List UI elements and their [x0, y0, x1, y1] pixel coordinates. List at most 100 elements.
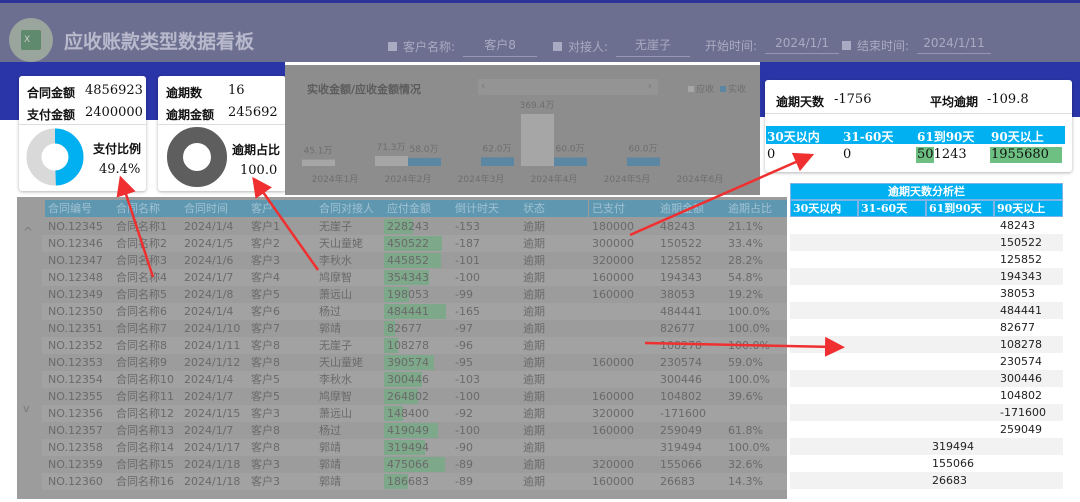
table-cell: -100	[455, 424, 480, 437]
table-cell: 逾期	[523, 390, 545, 403]
table-row[interactable]: 48243	[790, 217, 1063, 234]
label: 逾期数	[166, 86, 203, 100]
column-header[interactable]: 客户	[248, 200, 316, 217]
table-cell: 李秋水	[319, 373, 352, 386]
table-cell: 客户3	[251, 475, 280, 488]
checkbox[interactable]	[842, 40, 851, 50]
table-cell: 150522	[1000, 236, 1042, 249]
filter-0[interactable]: 客户名称: 客户8	[388, 36, 538, 57]
column-header[interactable]: 30天以内	[790, 200, 858, 217]
column-header[interactable]: 90天以上	[994, 200, 1063, 217]
table-cell: 82677	[660, 322, 695, 335]
table-cell: 鸠摩智	[319, 271, 352, 284]
table-cell: 杨过	[319, 424, 341, 437]
table-cell: 合同名称5	[116, 288, 167, 301]
filter-input[interactable]: 2024/1/11	[917, 36, 992, 54]
filter-1[interactable]: 对接人: 无崖子	[553, 36, 691, 57]
checkbox[interactable]	[553, 42, 562, 51]
table-cell: NO.12356	[48, 407, 103, 420]
table-cell: -187	[455, 237, 480, 250]
column-header[interactable]: 状态	[520, 200, 588, 217]
table-cell: 104802	[1000, 389, 1042, 402]
table-cell: 2024/1/7	[184, 390, 234, 403]
table-row[interactable]: 125852	[790, 251, 1063, 268]
table-cell: 33.4%	[728, 237, 763, 250]
table-cell: 445852	[387, 254, 429, 267]
checkbox[interactable]	[388, 42, 397, 51]
column-header[interactable]: 合同编号	[45, 200, 113, 217]
bucket-label: 61到90天	[917, 130, 975, 144]
overdue-count: 16	[228, 83, 245, 98]
table-cell: 客户5	[251, 288, 280, 301]
column-header[interactable]: 逾期占比	[725, 200, 787, 217]
filter-2[interactable]: 开始时间: 2024/1/1	[705, 36, 840, 54]
table-cell: NO.12360	[48, 475, 103, 488]
column-header[interactable]: 合同名称	[113, 200, 181, 217]
table-cell: 逾期	[523, 288, 545, 301]
receivable-chart: 实收金额/应收金额情况 ‹ › 应收 实收 2024年1月 45.1万 2024年2月…	[285, 65, 760, 195]
table-row[interactable]: 155066	[790, 455, 1063, 472]
table-cell: 230574	[1000, 355, 1042, 368]
scroll-up-icon[interactable]: ^	[23, 225, 33, 239]
column-header[interactable]: 合同时间	[181, 200, 249, 217]
table-row[interactable]: 194343	[790, 268, 1063, 285]
table-cell: 160000	[592, 288, 634, 301]
table-cell: 320000	[592, 254, 634, 267]
analysis-title: 逾期天数分析栏	[790, 183, 1063, 200]
column-header[interactable]: 逾期金额	[657, 200, 725, 217]
table-row[interactable]: 319494	[790, 438, 1063, 455]
table-cell: 59.0%	[728, 356, 763, 369]
table-cell: NO.12355	[48, 390, 103, 403]
table-row[interactable]: 82677	[790, 319, 1063, 336]
table-cell: 319494	[387, 441, 429, 454]
table-row[interactable]: 259049	[790, 421, 1063, 438]
paid-amount: 2400000	[85, 105, 143, 120]
table-row[interactable]: 484441	[790, 302, 1063, 319]
column-header[interactable]: 已支付	[589, 200, 657, 217]
table-cell: 无崖子	[319, 339, 352, 352]
table-cell: NO.12352	[48, 339, 103, 352]
table-row[interactable]: 108278	[790, 336, 1063, 353]
table-row[interactable]: 230574	[790, 353, 1063, 370]
table-cell: 逾期	[523, 356, 545, 369]
table-cell: NO.12350	[48, 305, 103, 318]
table-cell: -171600	[1000, 406, 1046, 419]
scroll-down-icon[interactable]: v	[23, 402, 30, 415]
table-cell: 逾期	[523, 305, 545, 318]
filter-input[interactable]: 客户8	[463, 36, 538, 57]
table-row[interactable]: 150522	[790, 234, 1063, 251]
table-row[interactable]: 104802	[790, 387, 1063, 404]
column-header[interactable]: 61到90天	[926, 200, 994, 217]
table-cell: 杨过	[319, 305, 341, 318]
table-row[interactable]: -171600	[790, 404, 1063, 421]
filter-label: 结束时间:	[857, 38, 910, 53]
table-cell: -165	[455, 305, 480, 318]
table-cell: 2024/1/18	[184, 458, 241, 471]
contract-amount: 4856923	[85, 83, 143, 98]
table-cell: 100.0%	[728, 322, 770, 335]
column-header[interactable]: 应付金额	[384, 200, 452, 217]
table-cell: 合同名称15	[116, 458, 174, 471]
column-header[interactable]: 合同对接人	[316, 200, 384, 217]
column-header[interactable]: 31-60天	[858, 200, 926, 217]
data-label: 369.4万	[520, 101, 555, 111]
table-cell: 合同名称7	[116, 322, 167, 335]
table-cell: 2024/1/4	[184, 305, 234, 318]
x-tick-label: 2024年3月	[458, 173, 505, 185]
overdue-ratio-value: 100.0	[240, 163, 278, 178]
filter-3[interactable]: 结束时间: 2024/1/11	[842, 36, 992, 54]
table-row[interactable]: 38053	[790, 285, 1063, 302]
label: 平均逾期	[930, 95, 979, 109]
table-cell: 合同名称6	[116, 305, 167, 318]
label: 支付金额	[27, 108, 76, 122]
table-cell: 2024/1/7	[184, 271, 234, 284]
filter-input[interactable]: 无崖子	[616, 36, 691, 57]
column-header[interactable]: 倒计时天	[452, 200, 520, 217]
table-cell: 484441	[660, 305, 702, 318]
table-row[interactable]: 300446	[790, 370, 1063, 387]
table-cell: 319494	[932, 440, 974, 453]
table-row[interactable]: 26683	[790, 472, 1063, 489]
table-cell: 194343	[660, 271, 702, 284]
table-cell: 259049	[660, 424, 702, 437]
filter-input[interactable]: 2024/1/1	[765, 36, 840, 54]
